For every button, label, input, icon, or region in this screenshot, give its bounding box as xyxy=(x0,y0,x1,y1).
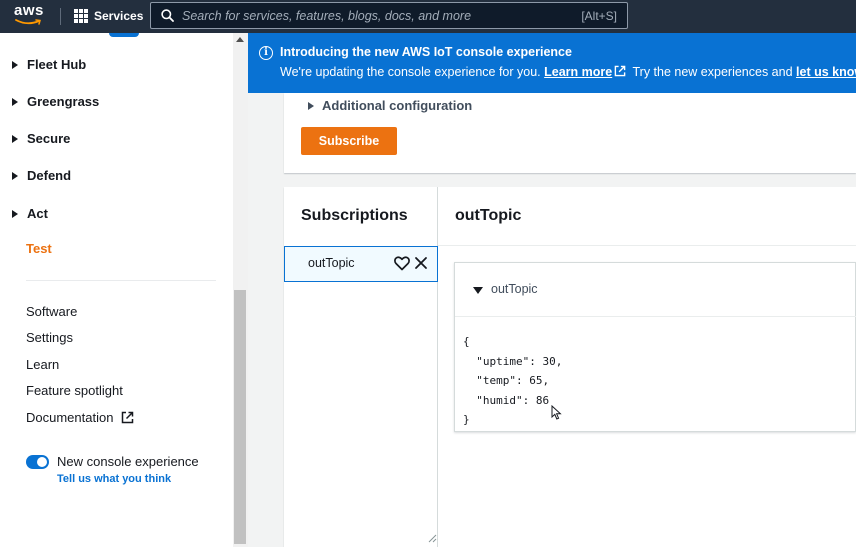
new-console-label: New console experience xyxy=(57,454,199,469)
subscriptions-list: Subscriptions outTopic xyxy=(284,187,438,547)
subscribe-panel: Additional configuration Subscribe xyxy=(284,93,856,173)
aws-logo[interactable]: aws xyxy=(14,2,48,28)
message-header[interactable]: outTopic xyxy=(455,263,856,317)
caret-right-icon xyxy=(308,101,314,110)
aws-smile-icon xyxy=(15,19,41,25)
sidebar-item-label: Act xyxy=(27,206,48,221)
sidebar-item-defend[interactable]: Defend xyxy=(12,168,71,183)
new-console-toggle[interactable] xyxy=(26,455,49,469)
sidebar-item-act[interactable]: Act xyxy=(12,206,48,221)
sidebar-divider xyxy=(26,280,216,281)
subscription-item-name: outTopic xyxy=(308,256,355,270)
sidebar-link-label: Documentation xyxy=(26,410,114,425)
sidebar-item-secure[interactable]: Secure xyxy=(12,131,70,146)
additional-configuration-toggle[interactable]: Additional configuration xyxy=(308,98,472,113)
caret-right-icon xyxy=(12,60,18,69)
sidebar: Fleet Hub Greengrass Secure Defend Act T… xyxy=(0,33,233,547)
aws-logo-text: aws xyxy=(14,2,44,19)
banner-text-middle: Try the new experiences and xyxy=(632,65,793,79)
banner-text: We're updating the console experience fo… xyxy=(280,65,856,79)
sidebar-link-software[interactable]: Software xyxy=(26,304,77,319)
grid-icon xyxy=(74,9,88,23)
info-banner: i Introducing the new AWS IoT console ex… xyxy=(248,33,856,93)
subscription-item[interactable]: outTopic xyxy=(284,246,438,282)
sidebar-item-label: Fleet Hub xyxy=(27,57,87,72)
payload-line: "humid": 86 xyxy=(463,393,550,407)
learn-more-link[interactable]: Learn more xyxy=(544,65,612,79)
services-menu-button[interactable]: Services xyxy=(74,7,143,25)
message-card: outTopic { "uptime": 30, "temp": 65, "hu… xyxy=(454,262,856,432)
caret-right-icon xyxy=(12,171,18,180)
main-content: Additional configuration Subscribe i Int… xyxy=(248,33,856,547)
external-link-icon xyxy=(122,411,134,424)
sidebar-item-label: Defend xyxy=(27,168,72,183)
search-input[interactable] xyxy=(182,8,582,23)
resize-handle-icon[interactable] xyxy=(427,533,437,543)
feedback-link[interactable]: Tell us what you think xyxy=(57,473,171,485)
payload-line: } xyxy=(463,413,470,426)
banner-text-intro: We're updating the console experience fo… xyxy=(280,65,541,79)
message-payload: { "uptime": 30, "temp": 65, "humid": 86 … xyxy=(463,332,562,430)
payload-line: { xyxy=(463,335,470,348)
sidebar-link-learn[interactable]: Learn xyxy=(26,357,59,372)
mouse-cursor-icon xyxy=(551,405,562,420)
sidebar-link-label: Software xyxy=(26,304,78,319)
sidebar-item-test[interactable]: Test xyxy=(26,241,52,256)
sidebar-item-label: Secure xyxy=(27,131,71,146)
sidebar-link-label: Learn xyxy=(26,357,60,372)
sidebar-item-greengrass[interactable]: Greengrass xyxy=(12,94,99,109)
banner-title: Introducing the new AWS IoT console expe… xyxy=(280,45,572,59)
close-icon[interactable] xyxy=(414,256,428,270)
subscriptions-panel: Subscriptions outTopic outTopic outTopic xyxy=(284,187,856,547)
caret-right-icon xyxy=(12,209,18,218)
nav-divider xyxy=(60,8,61,25)
sidebar-link-feature-spotlight[interactable]: Feature spotlight xyxy=(26,383,123,398)
info-icon: i xyxy=(259,46,273,60)
search-icon xyxy=(161,9,174,22)
sidebar-link-settings[interactable]: Settings xyxy=(26,330,73,345)
search-box[interactable]: [Alt+S] xyxy=(150,2,628,29)
payload-line: "temp": 65, xyxy=(463,374,550,387)
caret-right-icon xyxy=(12,134,18,143)
sidebar-link-label: Settings xyxy=(26,330,73,345)
sidebar-item-fleet-hub[interactable]: Fleet Hub xyxy=(12,57,86,72)
heart-icon[interactable] xyxy=(394,256,410,271)
sidebar-item-label: Greengrass xyxy=(27,94,100,109)
caret-down-icon[interactable] xyxy=(473,287,483,294)
scroll-up-arrow-icon[interactable] xyxy=(236,37,244,42)
panel-divider xyxy=(438,245,856,246)
sidebar-scroll-marker xyxy=(109,33,139,37)
payload-line: "uptime": 30, xyxy=(463,354,563,368)
caret-right-icon xyxy=(12,97,18,106)
selected-topic-title: outTopic xyxy=(455,207,522,224)
services-label: Services xyxy=(94,9,144,23)
subscribe-button[interactable]: Subscribe xyxy=(301,127,397,155)
sidebar-scrollbar-thumb[interactable] xyxy=(234,290,246,544)
external-link-icon xyxy=(614,65,626,77)
sidebar-link-label: Feature spotlight xyxy=(26,383,123,398)
message-topic: outTopic xyxy=(491,282,538,296)
let-us-know-link[interactable]: let us know xyxy=(796,65,856,79)
top-navigation: aws Services [Alt+S] xyxy=(0,0,856,33)
subscriptions-heading: Subscriptions xyxy=(301,207,408,224)
search-shortcut-hint: [Alt+S] xyxy=(581,8,617,23)
sidebar-link-documentation[interactable]: Documentation xyxy=(26,410,134,425)
additional-configuration-label: Additional configuration xyxy=(322,98,473,113)
